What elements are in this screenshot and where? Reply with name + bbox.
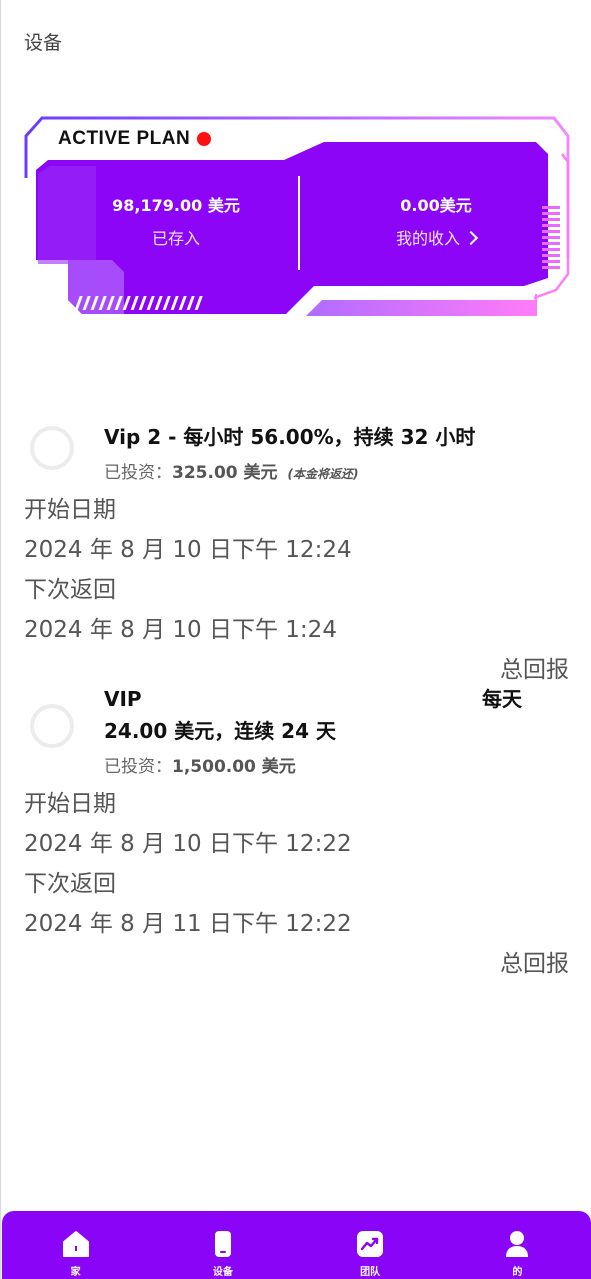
nav-label-home: 家 xyxy=(70,1267,81,1278)
active-plan-label: ACTIVE PLAN xyxy=(58,128,191,149)
chevron-right-icon xyxy=(463,230,479,245)
invested-amount: 325.00 美元 xyxy=(172,463,278,483)
deposited-stat: 98,179.00 美元 已存入 xyxy=(94,192,258,249)
income-value: 0.00美元 xyxy=(400,196,472,215)
principal-note: (本金将返还) xyxy=(287,467,359,481)
next-return-label: 下次返回 xyxy=(24,871,116,897)
invested-label: 已投资： xyxy=(104,757,172,777)
start-date-label: 开始日期 xyxy=(24,791,116,817)
deposited-label: 已存入 xyxy=(151,229,200,248)
investment-title: Vip 2 - 每小时 56.00%，持续 32 小时 xyxy=(104,425,476,449)
start-date-label: 开始日期 xyxy=(24,497,116,523)
next-return-label: 下次返回 xyxy=(24,577,116,603)
investment-title-period: 每天 xyxy=(482,687,522,711)
investment-invested: 已投资：1,500.00 美元 xyxy=(104,752,296,777)
left-frame-line xyxy=(0,0,1,1279)
nav-label-device: 设备 xyxy=(212,1267,233,1278)
status-dot xyxy=(197,132,212,146)
progress-ring xyxy=(30,704,74,748)
investment-invested: 已投资：325.00 美元 (本金将返还) xyxy=(104,458,359,483)
page-title: 设备 xyxy=(24,32,63,54)
investment-title-line1: VIP xyxy=(104,687,142,711)
invested-amount: 1,500.00 美元 xyxy=(172,757,296,777)
active-plan-card: ACTIVE PLAN 98,179.00 美元 已存入 0.00美元 我的收入 xyxy=(24,114,571,320)
investment-title-line2: 24.00 美元，连续 24 天 xyxy=(104,719,336,743)
next-return-value: 2024 年 8 月 10 日下午 1:24 xyxy=(24,617,337,643)
home-icon xyxy=(61,1229,91,1259)
nav-item-home[interactable]: 家 xyxy=(2,1211,149,1279)
active-plan-title: ACTIVE PLAN xyxy=(58,128,212,150)
total-return-label: 总回报 xyxy=(500,951,569,977)
nav-item-profile[interactable]: 的 xyxy=(444,1211,591,1279)
income-label: 我的收入 xyxy=(395,229,460,248)
start-date-value: 2024 年 8 月 10 日下午 12:24 xyxy=(24,537,352,563)
team-icon xyxy=(355,1229,385,1259)
start-date-value: 2024 年 8 月 10 日下午 12:22 xyxy=(24,831,352,857)
nav-item-team[interactable]: 团队 xyxy=(297,1211,444,1279)
nav-label-profile: 的 xyxy=(512,1267,523,1278)
deposited-value: 98,179.00 美元 xyxy=(112,196,240,215)
nav-label-team: 团队 xyxy=(360,1267,381,1278)
invested-label: 已投资： xyxy=(104,463,172,483)
device-icon xyxy=(208,1229,238,1259)
nav-item-device[interactable]: 设备 xyxy=(149,1211,296,1279)
total-return-label: 总回报 xyxy=(500,657,569,683)
user-icon xyxy=(502,1229,532,1259)
bottom-nav: 家 设备 团队 的 xyxy=(2,1211,591,1279)
next-return-value: 2024 年 8 月 11 日下午 12:22 xyxy=(24,911,352,937)
income-stat[interactable]: 0.00美元 我的收入 xyxy=(376,192,496,249)
progress-ring xyxy=(30,426,74,470)
income-link[interactable]: 我的收入 xyxy=(376,225,496,249)
